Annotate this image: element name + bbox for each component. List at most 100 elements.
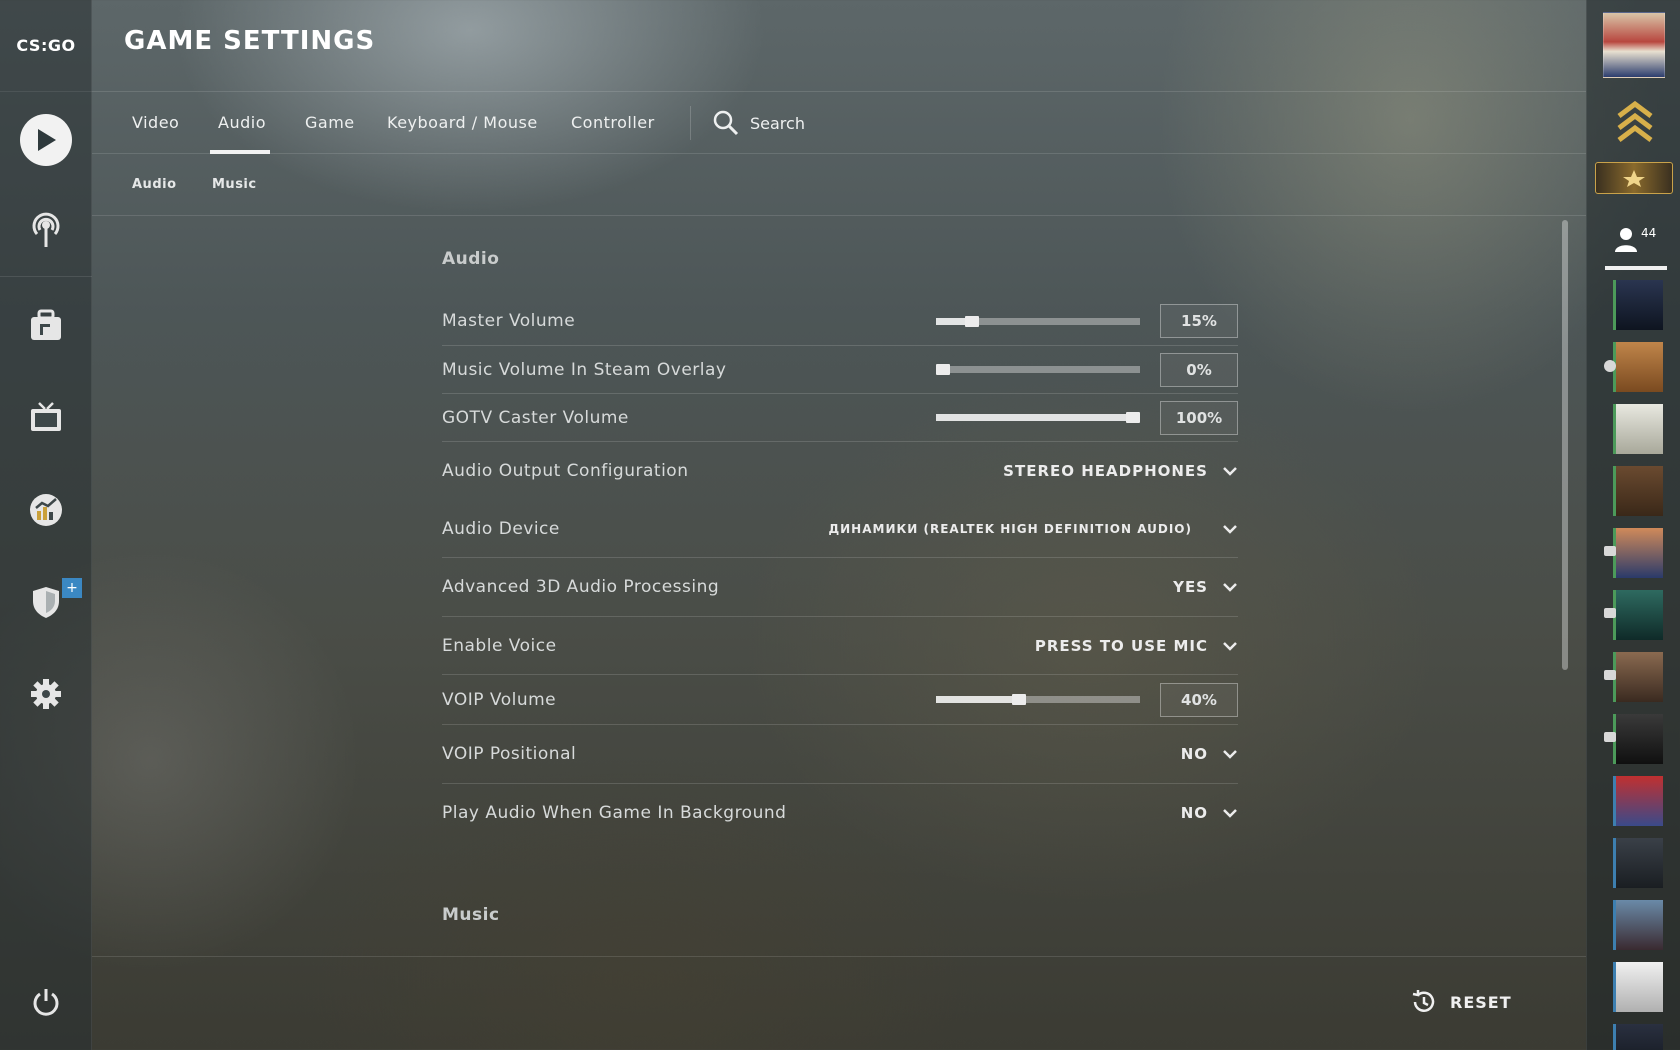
friends-button[interactable]: 44 bbox=[1613, 226, 1663, 258]
voip-positional-dropdown[interactable]: NO bbox=[1181, 745, 1238, 763]
friend-avatar[interactable] bbox=[1604, 528, 1663, 578]
search-button[interactable]: Search bbox=[712, 92, 805, 154]
stats-button[interactable] bbox=[16, 480, 76, 540]
settings-button[interactable] bbox=[16, 664, 76, 724]
dropdown-value: YES bbox=[1173, 578, 1208, 596]
setting-row-master-volume: Master Volume 15% bbox=[442, 297, 1238, 346]
slider-handle[interactable] bbox=[936, 364, 950, 375]
gotv-caster-volume-slider[interactable] bbox=[936, 412, 1140, 423]
dropdown-value: NO bbox=[1180, 804, 1208, 822]
slider-handle[interactable] bbox=[964, 315, 979, 327]
gotv-caster-volume-value[interactable]: 100% bbox=[1160, 400, 1238, 435]
friend-avatar[interactable] bbox=[1613, 962, 1663, 1012]
dropdown-value: PRESS TO USE MIC bbox=[1034, 636, 1208, 655]
tv-status-icon bbox=[1604, 546, 1616, 556]
friend-avatar[interactable] bbox=[1613, 280, 1663, 330]
operations-button[interactable]: + bbox=[16, 572, 82, 632]
tab-game[interactable]: Game bbox=[305, 92, 355, 154]
player-avatar[interactable] bbox=[1603, 12, 1665, 78]
slider-handle[interactable] bbox=[1126, 412, 1140, 423]
setting-label: GOTV Caster Volume bbox=[442, 407, 629, 428]
chevron-down-icon bbox=[1223, 641, 1237, 651]
chevron-down-icon bbox=[1223, 750, 1237, 759]
setting-row-voip-volume: VOIP Volume 40% bbox=[442, 675, 1238, 725]
friend-avatar[interactable] bbox=[1613, 404, 1663, 454]
settings-content: Audio Master Volume 15% Music Volume In … bbox=[442, 216, 1238, 956]
tv-status-icon bbox=[1604, 670, 1616, 680]
left-nav: CS:GO + bbox=[0, 0, 92, 1050]
friend-avatar[interactable] bbox=[1604, 714, 1663, 764]
csgo-logo[interactable]: CS:GO bbox=[0, 0, 92, 92]
setting-label: VOIP Positional bbox=[442, 744, 577, 764]
setting-row-voip-positional: VOIP Positional NO bbox=[442, 725, 1238, 784]
friend-avatar[interactable] bbox=[1613, 1024, 1663, 1050]
friend-avatar[interactable] bbox=[1613, 466, 1663, 516]
friend-avatar[interactable] bbox=[1604, 590, 1663, 640]
friend-avatar[interactable] bbox=[1613, 838, 1663, 888]
nav-divider bbox=[0, 276, 92, 277]
medal-icon[interactable] bbox=[1595, 162, 1673, 194]
voip-volume-value[interactable]: 40% bbox=[1160, 682, 1238, 717]
dropdown-value: NO bbox=[1180, 745, 1208, 763]
friend-avatar[interactable] bbox=[1604, 652, 1663, 702]
person-icon bbox=[1615, 228, 1637, 252]
play-icon bbox=[20, 114, 72, 166]
rank-icon[interactable] bbox=[1617, 100, 1653, 144]
advanced-3d-audio-dropdown[interactable]: YES bbox=[1173, 578, 1238, 596]
friends-panel: 44 bbox=[1586, 0, 1680, 1050]
play-audio-background-dropdown[interactable]: NO bbox=[1181, 804, 1238, 822]
history-icon bbox=[1412, 990, 1435, 1012]
friend-avatar[interactable] bbox=[1604, 342, 1663, 392]
subtab-music[interactable]: Music bbox=[212, 154, 257, 216]
chevron-down-icon bbox=[1223, 809, 1237, 818]
voip-volume-slider[interactable] bbox=[936, 694, 1140, 705]
music-volume-overlay-slider[interactable] bbox=[936, 364, 1140, 375]
master-volume-value[interactable]: 15% bbox=[1160, 304, 1238, 338]
setting-row-enable-voice: Enable Voice PRESS TO USE MIC bbox=[442, 617, 1238, 675]
friend-avatar[interactable] bbox=[1613, 900, 1663, 950]
watch-button[interactable] bbox=[16, 388, 76, 448]
watch-broadcast-button[interactable] bbox=[16, 200, 76, 260]
broadcast-icon bbox=[32, 212, 60, 247]
audio-output-dropdown[interactable]: STEREO HEADPHONES bbox=[1003, 462, 1238, 480]
setting-row-audio-device: Audio Device ДИНАМИКИ (REALTEK HIGH DEFI… bbox=[442, 500, 1238, 558]
setting-label: Music Volume In Steam Overlay bbox=[442, 359, 727, 380]
tab-audio[interactable]: Audio bbox=[210, 92, 270, 154]
new-badge: + bbox=[62, 578, 82, 598]
footer-divider bbox=[92, 956, 1586, 957]
slider-fill bbox=[936, 414, 1133, 421]
quit-button[interactable] bbox=[16, 972, 76, 1032]
setting-row-gotv-caster-volume: GOTV Caster Volume 100% bbox=[442, 394, 1238, 442]
inventory-icon bbox=[31, 309, 61, 340]
reset-button[interactable]: RESET bbox=[1410, 988, 1512, 1016]
audio-device-dropdown[interactable]: ДИНАМИКИ (REALTEK HIGH DEFINITION AUDIO) bbox=[828, 522, 1238, 536]
slider-handle[interactable] bbox=[1012, 694, 1026, 705]
master-volume-slider[interactable] bbox=[936, 315, 1140, 327]
power-icon bbox=[33, 989, 59, 1016]
setting-label: Audio Output Configuration bbox=[442, 461, 689, 481]
chevron-down-icon bbox=[1223, 583, 1237, 592]
music-volume-overlay-value[interactable]: 0% bbox=[1160, 352, 1238, 387]
friend-avatar[interactable] bbox=[1613, 776, 1663, 826]
content-scrollbar[interactable] bbox=[1562, 220, 1568, 670]
slider-fill bbox=[936, 696, 1019, 703]
shield-icon bbox=[33, 587, 59, 618]
inventory-button[interactable] bbox=[16, 296, 76, 356]
dropdown-value: STEREO HEADPHONES bbox=[1003, 462, 1208, 480]
setting-row-play-audio-background: Play Audio When Game In Background NO bbox=[442, 784, 1238, 842]
search-icon bbox=[713, 110, 739, 136]
subtab-audio[interactable]: Audio bbox=[132, 154, 177, 216]
chevron-down-icon bbox=[1223, 524, 1237, 534]
tab-keyboard-mouse[interactable]: Keyboard / Mouse bbox=[387, 92, 538, 154]
page-title: GAME SETTINGS bbox=[124, 26, 376, 56]
tab-video[interactable]: Video bbox=[132, 92, 179, 154]
setting-label: VOIP Volume bbox=[442, 689, 557, 710]
setting-row-advanced-3d-audio: Advanced 3D Audio Processing YES bbox=[442, 558, 1238, 617]
friends-count-label: 44 bbox=[1641, 226, 1657, 240]
enable-voice-dropdown[interactable]: PRESS TO USE MIC bbox=[1035, 637, 1238, 655]
section-title-music: Music bbox=[442, 905, 500, 925]
play-button[interactable] bbox=[16, 110, 76, 170]
tab-controller[interactable]: Controller bbox=[571, 92, 655, 154]
section-title-audio: Audio bbox=[442, 249, 500, 269]
setting-label: Audio Device bbox=[442, 518, 560, 539]
